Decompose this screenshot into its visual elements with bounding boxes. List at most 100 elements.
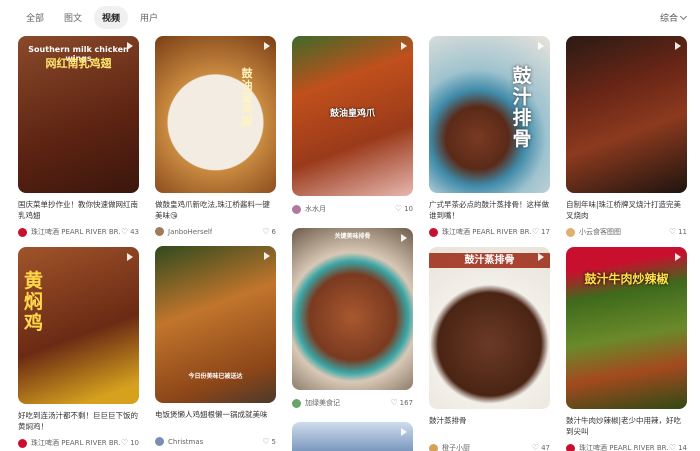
card-thumbnail[interactable]: 今日份美味已被送达: [155, 246, 276, 403]
like-count: 5: [271, 437, 276, 446]
video-icon: [401, 428, 407, 436]
card-author[interactable]: 小云食客图图: [566, 227, 621, 237]
author-name: 珠江啤酒 PEARL RIVER BR...: [579, 444, 669, 451]
author-name: Christmas: [168, 437, 204, 446]
grid-column-3: 鼓油皇鸡爪 水水月 ♡ 10 关键美味排骨 加绿美食记 ♡ 167: [292, 36, 413, 451]
like-count: 14: [678, 444, 687, 451]
thumbnail-title: 鼓汁蒸排骨: [429, 253, 550, 268]
sort-dropdown[interactable]: 综合: [659, 11, 688, 24]
like-button[interactable]: ♡ 10: [120, 438, 139, 448]
card-meta: 珠江啤酒 PEARL RIVER BR... ♡ 14: [566, 443, 687, 451]
like-button[interactable]: ♡ 5: [262, 436, 276, 446]
avatar: [18, 227, 27, 237]
card-soy-chicken-feet[interactable]: 鼓油皇鸡脚 做鼓皇鸡爪新吃法,珠江桥酱料一键美味😘 JanboHerself ♡…: [155, 36, 276, 236]
card-braised-chicken[interactable]: 黄焖鸡 好吃到连汤汁都不剩！巨巨巨下饭的黄焖鸡！ 珠江啤酒 PEARL RIVE…: [18, 247, 139, 448]
like-button[interactable]: ♡ 14: [669, 444, 687, 451]
video-icon: [675, 253, 681, 261]
card-thumbnail[interactable]: Southern milk chicken wings 网红南乳鸡翅: [18, 36, 139, 193]
card-meta: JanboHerself ♡ 6: [155, 227, 276, 236]
heart-icon: ♡: [531, 443, 540, 451]
avatar: [292, 398, 301, 408]
card-title[interactable]: 电饭煲懒人鸡翅根懒一锅成就美味: [155, 409, 276, 431]
card-meta: 珠江啤酒 PEARL RIVER BR... ♡ 10: [18, 438, 139, 448]
card-title[interactable]: 广式早茶必点的鼓汁蒸排骨！这样做谁到嘴！: [429, 199, 550, 221]
card-southern-milk-chicken-wings[interactable]: Southern milk chicken wings 网红南乳鸡翅 国庆菜单抄…: [18, 36, 139, 237]
like-button[interactable]: ♡ 10: [395, 205, 413, 214]
like-button[interactable]: ♡ 47: [532, 444, 550, 451]
heart-icon: ♡: [262, 436, 270, 446]
card-steamed-ribs[interactable]: 鼓汁排骨 广式早茶必点的鼓汁蒸排骨！这样做谁到嘴！ 珠江啤酒 PEARL RIV…: [429, 36, 550, 237]
thumbnail-title: 网红南乳鸡翅: [45, 57, 112, 70]
like-count: 10: [130, 439, 139, 447]
card-title[interactable]: 鼓汁蒸排骨: [429, 415, 550, 437]
card-thumbnail[interactable]: 关键美味排骨: [292, 228, 413, 390]
card-title[interactable]: 做鼓皇鸡爪新吃法,珠江桥酱料一键美味😘: [155, 199, 276, 221]
card-title[interactable]: 好吃到连汤汁都不剩！巨巨巨下饭的黄焖鸡！: [18, 410, 139, 432]
tab-image-text[interactable]: 图文: [56, 6, 90, 29]
video-icon: [264, 42, 270, 50]
thumbnail-title: 鼓汁牛肉炒辣椒: [584, 272, 669, 286]
like-button[interactable]: ♡ 17: [531, 227, 550, 237]
avatar: [155, 437, 164, 446]
like-count: 167: [399, 399, 413, 407]
grid-column-4: 鼓汁排骨 广式早茶必点的鼓汁蒸排骨！这样做谁到嘴！ 珠江啤酒 PEARL RIV…: [429, 36, 550, 451]
card-thumbnail[interactable]: [566, 36, 687, 193]
thumbnail-title: 鼓油皇鸡爪: [329, 109, 375, 119]
tab-video[interactable]: 视频: [94, 6, 129, 29]
tab-all[interactable]: 全部: [18, 6, 52, 29]
avatar: [429, 227, 438, 237]
author-name: 加绿美食记: [305, 399, 340, 407]
card-author[interactable]: 水水月: [292, 204, 326, 214]
video-icon: [264, 252, 270, 260]
sort-label: 综合: [659, 14, 678, 24]
card-city-video[interactable]: [292, 418, 413, 451]
grid-column-1: Southern milk chicken wings 网红南乳鸡翅 国庆菜单抄…: [18, 36, 139, 451]
card-title[interactable]: 自制年味|珠江桥牌叉烧汁打造完美叉烧肉: [566, 199, 687, 221]
card-thumbnail[interactable]: [292, 422, 413, 451]
card-thumbnail[interactable]: 鼓汁排骨: [429, 36, 550, 193]
card-beef-peppers[interactable]: 鼓汁牛肉炒辣椒 鼓汁牛肉炒辣椒|老少中用辣，好吃到尖叫 珠江啤酒 PEARL R…: [566, 247, 687, 451]
card-char-siu[interactable]: 自制年味|珠江桥牌叉烧汁打造完美叉烧肉 小云食客图图 ♡ 11: [566, 36, 687, 237]
like-button[interactable]: ♡ 11: [668, 227, 687, 237]
card-thumbnail[interactable]: 鼓油皇鸡爪: [292, 36, 413, 196]
card-author[interactable]: 橙子小厨: [429, 443, 470, 451]
card-title[interactable]: 国庆菜单抄作业！教你快速做网红南乳鸡翅: [18, 199, 139, 221]
video-icon: [127, 42, 133, 50]
video-icon: [538, 42, 544, 50]
like-count: 17: [541, 228, 550, 236]
video-icon: [127, 253, 133, 261]
heart-icon: ♡: [120, 438, 129, 447]
card-steamed-ribs-2[interactable]: 鼓汁蒸排骨 鼓汁蒸排骨 橙子小厨 ♡ 47: [429, 247, 550, 451]
card-rice-cooker-wings[interactable]: 今日份美味已被送达 电饭煲懒人鸡翅根懒一锅成就美味 Christmas ♡ 5: [155, 246, 276, 446]
card-author[interactable]: 珠江啤酒 PEARL RIVER BR...: [566, 443, 669, 451]
card-soy-chicken-claws[interactable]: 鼓油皇鸡爪 水水月 ♡ 10: [292, 36, 413, 214]
avatar: [566, 443, 575, 451]
video-icon: [538, 253, 544, 261]
card-author[interactable]: 珠江啤酒 PEARL RIVER BR...: [18, 438, 121, 448]
card-thumbnail[interactable]: 鼓汁蒸排骨: [429, 247, 550, 409]
tab-users[interactable]: 用户: [132, 6, 166, 29]
card-author[interactable]: 珠江啤酒 PEARL RIVER BR...: [18, 227, 121, 237]
heart-icon: ♡: [390, 398, 398, 407]
card-thumbnail[interactable]: 黄焖鸡: [18, 247, 139, 404]
video-icon: [401, 234, 407, 242]
like-button[interactable]: ♡ 43: [121, 228, 139, 237]
card-author[interactable]: JanboHerself: [155, 227, 212, 236]
card-author[interactable]: Christmas: [155, 437, 203, 446]
heart-icon: ♡: [531, 227, 540, 236]
card-title[interactable]: 鼓汁牛肉炒辣椒|老少中用辣，好吃到尖叫: [566, 415, 687, 437]
card-meta: 橙子小厨 ♡ 47: [429, 443, 550, 451]
grid-column-2: 鼓油皇鸡脚 做鼓皇鸡爪新吃法,珠江桥酱料一键美味😘 JanboHerself ♡…: [155, 36, 276, 451]
card-author[interactable]: 珠江啤酒 PEARL RIVER BR...: [429, 227, 532, 237]
like-count: 6: [271, 227, 276, 236]
like-button[interactable]: ♡ 167: [390, 398, 413, 408]
grid-column-5: 自制年味|珠江桥牌叉烧汁打造完美叉烧肉 小云食客图图 ♡ 11 鼓汁牛肉炒辣椒 …: [566, 36, 687, 451]
card-author[interactable]: 加绿美食记: [292, 398, 340, 408]
card-meta: 水水月 ♡ 10: [292, 204, 413, 214]
heart-icon: ♡: [668, 227, 677, 236]
like-button[interactable]: ♡ 6: [262, 227, 276, 236]
author-name: 小云食客图图: [579, 228, 621, 236]
card-ribs-plate[interactable]: 关键美味排骨 加绿美食记 ♡ 167: [292, 224, 413, 408]
card-thumbnail[interactable]: 鼓汁牛肉炒辣椒: [566, 247, 687, 409]
card-thumbnail[interactable]: 鼓油皇鸡脚: [155, 36, 276, 193]
